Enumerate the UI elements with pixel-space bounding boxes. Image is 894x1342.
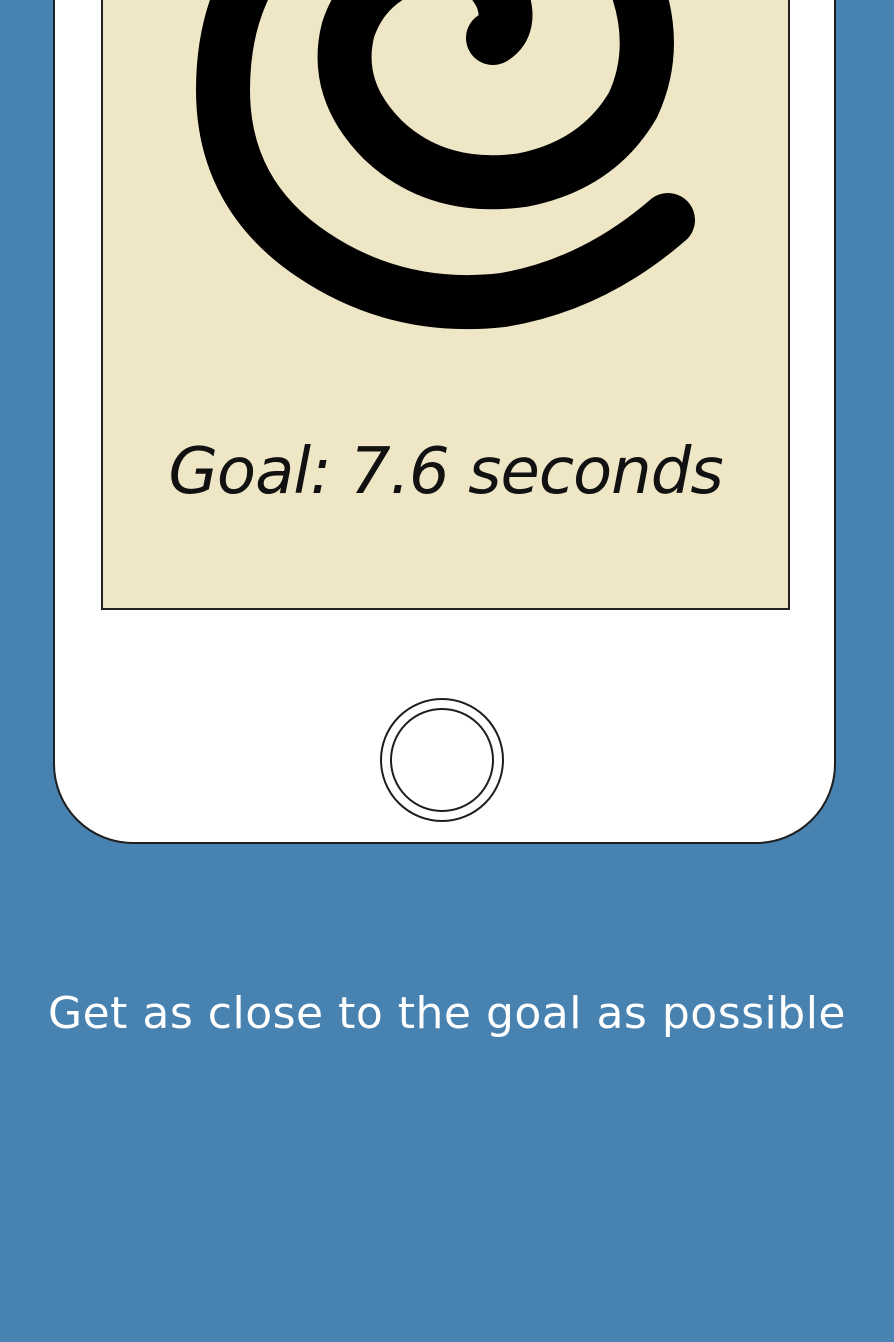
home-button[interactable] (380, 698, 504, 822)
phone-screen: Goal: 7.6 seconds (101, 0, 790, 610)
phone-frame: Goal: 7.6 seconds (53, 0, 836, 844)
home-button-icon (390, 708, 494, 812)
instruction-caption: Get as close to the goal as possible (48, 988, 846, 1039)
goal-label: Goal: 7.6 seconds (168, 435, 723, 509)
spiral-icon (196, 0, 695, 330)
